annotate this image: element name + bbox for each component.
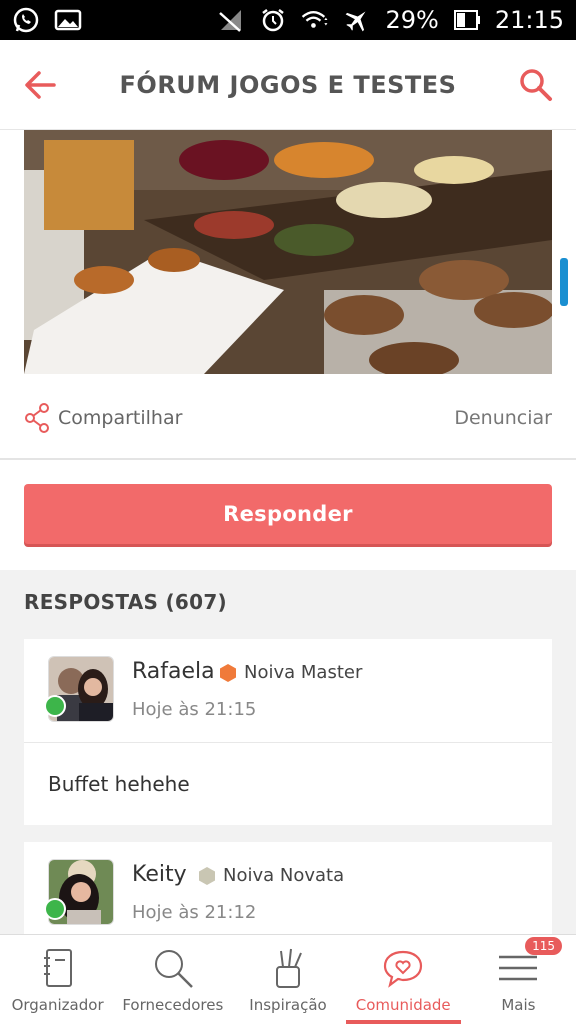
- reply-card: Keity Noiva Novata Hoje às 21:12: [24, 842, 552, 946]
- clock: 21:15: [494, 6, 564, 34]
- share-icon: [25, 403, 49, 433]
- post-image[interactable]: [24, 130, 552, 374]
- nav-organizador[interactable]: Organizador: [0, 935, 115, 1024]
- no-signal-icon: [217, 6, 245, 34]
- bottom-nav: Organizador Fornecedores Inspiração Comu…: [0, 934, 576, 1024]
- wifi-icon: [301, 6, 329, 34]
- badge-master-icon: [220, 664, 236, 682]
- nav-label: Organizador: [11, 996, 104, 1014]
- whatsapp-icon: [12, 6, 40, 34]
- airplane-icon: [343, 6, 371, 34]
- reply-text: Buffet hehehe: [48, 772, 190, 796]
- paintbrush-icon: [271, 944, 305, 992]
- reply-badge: Noiva Novata: [223, 865, 345, 886]
- reply-author[interactable]: Rafaela: [132, 659, 215, 684]
- search-icon: [152, 944, 194, 992]
- nav-fornecedores[interactable]: Fornecedores: [115, 935, 230, 1024]
- battery-icon: [453, 6, 481, 34]
- scrollbar[interactable]: [560, 258, 568, 306]
- post-actions: Compartilhar Denunciar: [24, 396, 552, 440]
- responses-header: RESPOSTAS (607): [24, 590, 227, 614]
- nav-label: Fornecedores: [122, 996, 224, 1014]
- report-button[interactable]: Denunciar: [454, 407, 552, 429]
- battery-percent: 29%: [385, 6, 439, 34]
- nav-mais[interactable]: 115 Mais: [461, 935, 576, 1024]
- reply-time: Hoje às 21:12: [132, 902, 257, 923]
- nav-label: Inspiração: [249, 996, 327, 1014]
- reply-time: Hoje às 21:15: [132, 699, 257, 720]
- heart-chat-icon: [382, 944, 424, 992]
- share-label: Compartilhar: [58, 407, 183, 429]
- reply-header: Rafaela Noiva Master Hoje às 21:15: [24, 639, 552, 743]
- badge-novata-icon: [199, 867, 215, 885]
- alarm-icon: [259, 6, 287, 34]
- nav-label: Comunidade: [355, 996, 451, 1014]
- online-indicator: [44, 898, 66, 920]
- search-button[interactable]: [496, 40, 576, 130]
- reply-badge: Noiva Master: [244, 662, 363, 683]
- nav-label: Mais: [501, 996, 536, 1014]
- app-bar: FÓRUM JOGOS E TESTES: [0, 40, 576, 130]
- status-bar: 29% 21:15: [0, 0, 576, 40]
- gallery-icon: [54, 6, 82, 34]
- notification-badge: 115: [525, 937, 563, 955]
- search-icon: [520, 68, 552, 101]
- nav-inspiracao[interactable]: Inspiração: [230, 935, 345, 1024]
- page-title: FÓRUM JOGOS E TESTES: [119, 70, 457, 99]
- divider: [0, 458, 576, 460]
- reply-button[interactable]: Responder: [24, 484, 552, 544]
- reply-card: Rafaela Noiva Master Hoje às 21:15 Buffe…: [24, 639, 552, 825]
- reply-author[interactable]: Keity: [132, 862, 187, 887]
- share-button[interactable]: Compartilhar: [24, 403, 182, 433]
- online-indicator: [44, 695, 66, 717]
- nav-comunidade[interactable]: Comunidade: [345, 935, 462, 1024]
- arrow-left-icon: [25, 70, 56, 99]
- reply-header: Keity Noiva Novata Hoje às 21:12: [24, 842, 552, 946]
- back-button[interactable]: [0, 40, 80, 130]
- notebook-icon: [41, 944, 75, 992]
